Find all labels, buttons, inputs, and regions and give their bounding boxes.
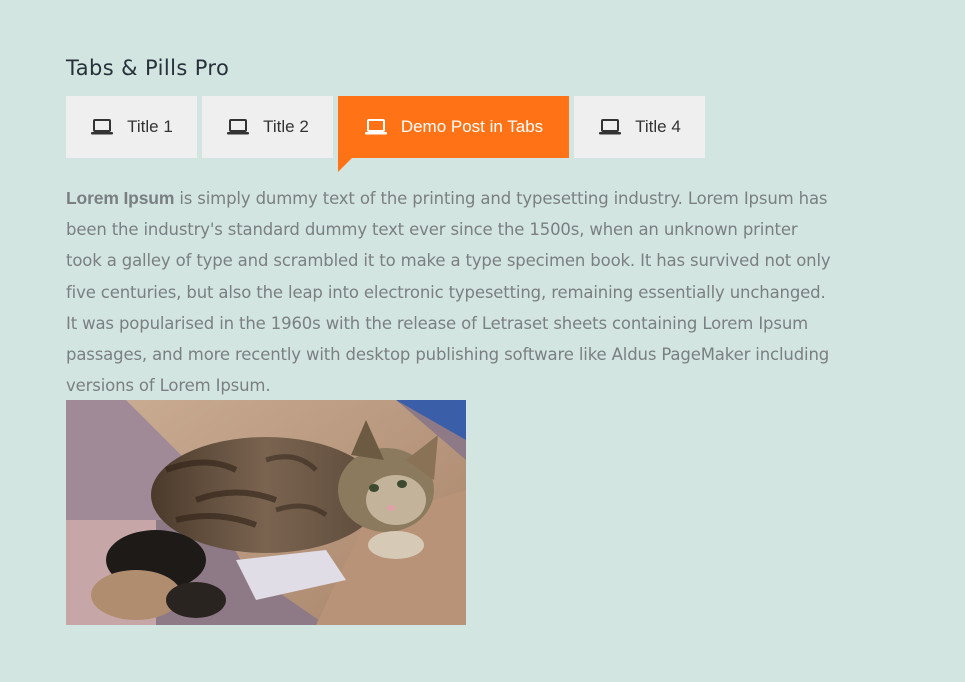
tab-title-1[interactable]: Title 1 xyxy=(66,96,197,158)
laptop-icon xyxy=(598,118,622,136)
tab-label: Title 1 xyxy=(127,117,173,136)
tab-demo-post-in-tabs[interactable]: Demo Post in Tabs xyxy=(338,96,569,172)
cat-photo xyxy=(66,400,466,625)
tab-label: Title 2 xyxy=(263,117,309,136)
tab-bar: Title 1 Title 2 Demo Post in Tabs Title … xyxy=(66,96,705,172)
tab-title-2[interactable]: Title 2 xyxy=(202,96,333,158)
tab-title-4[interactable]: Title 4 xyxy=(574,96,705,158)
tab-label: Demo Post in Tabs xyxy=(400,117,544,136)
content-lead: Lorem Ipsum xyxy=(66,188,175,208)
tab-label: Title 4 xyxy=(635,117,681,136)
laptop-icon xyxy=(226,118,250,136)
laptop-icon xyxy=(364,118,388,136)
laptop-icon xyxy=(90,118,114,136)
tab-content-text: Lorem Ipsum is simply dummy text of the … xyxy=(66,183,836,401)
content-body: is simply dummy text of the printing and… xyxy=(66,189,831,396)
widget-title: Tabs & Pills Pro xyxy=(66,56,230,80)
